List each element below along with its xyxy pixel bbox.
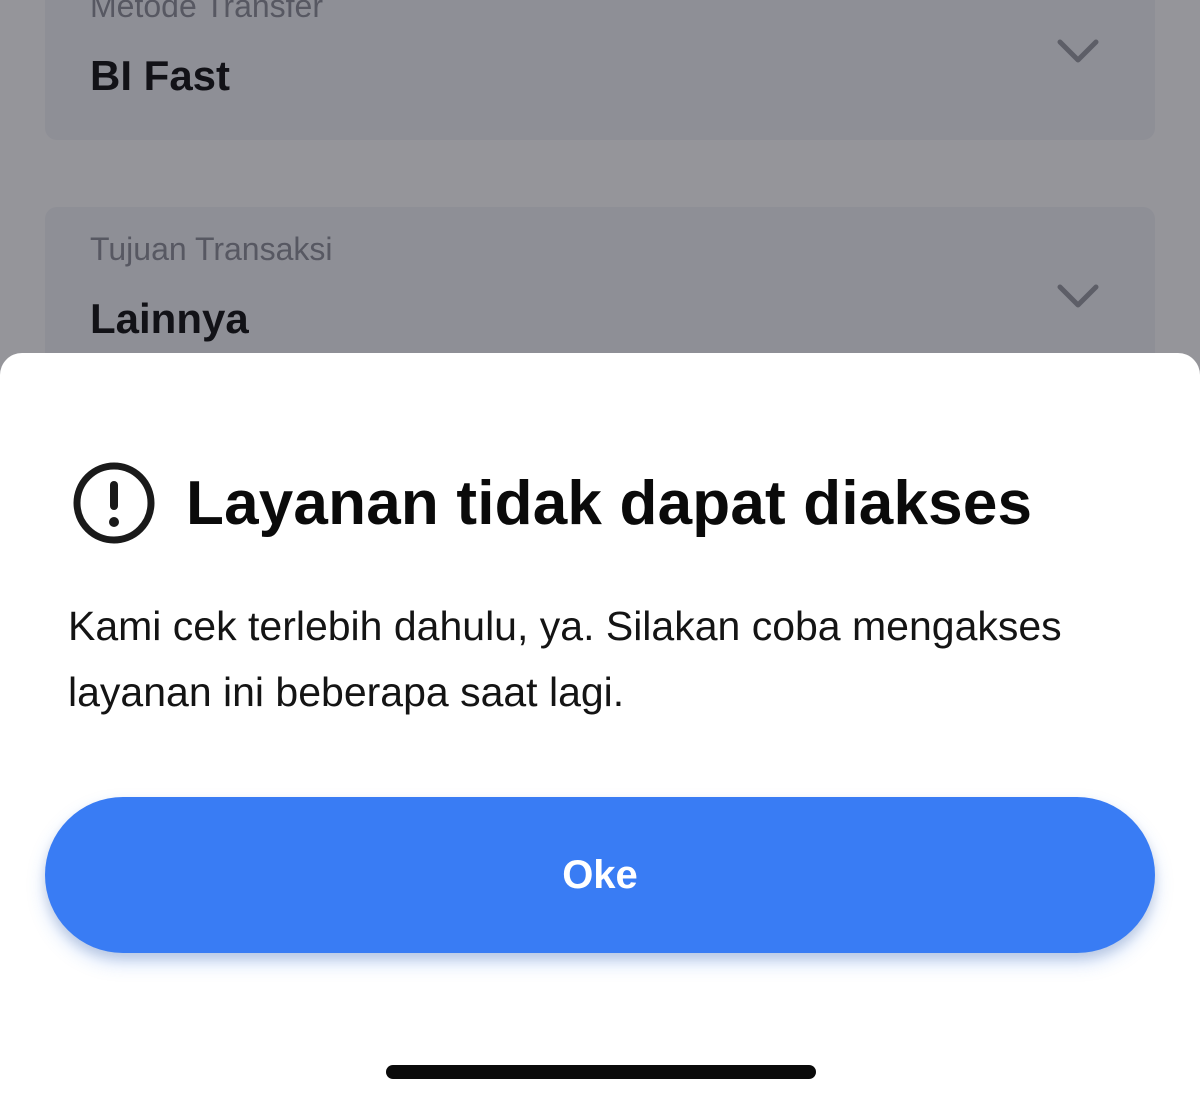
home-indicator[interactable]	[386, 1065, 816, 1079]
error-bottom-sheet: Layanan tidak dapat diakses Kami cek ter…	[0, 353, 1200, 1101]
dialog-message: Kami cek terlebih dahulu, ya. Silakan co…	[68, 603, 1062, 715]
screen: Metode Transfer BI Fast Tujuan Transaksi…	[0, 0, 1200, 1101]
ok-button[interactable]: Oke	[45, 797, 1155, 953]
dialog-title: Layanan tidak dapat diakses	[186, 468, 1033, 538]
exclamation-circle-icon	[73, 462, 155, 544]
dialog-header: Layanan tidak dapat diakses	[72, 461, 1032, 545]
ok-button-label: Oke	[562, 852, 638, 897]
